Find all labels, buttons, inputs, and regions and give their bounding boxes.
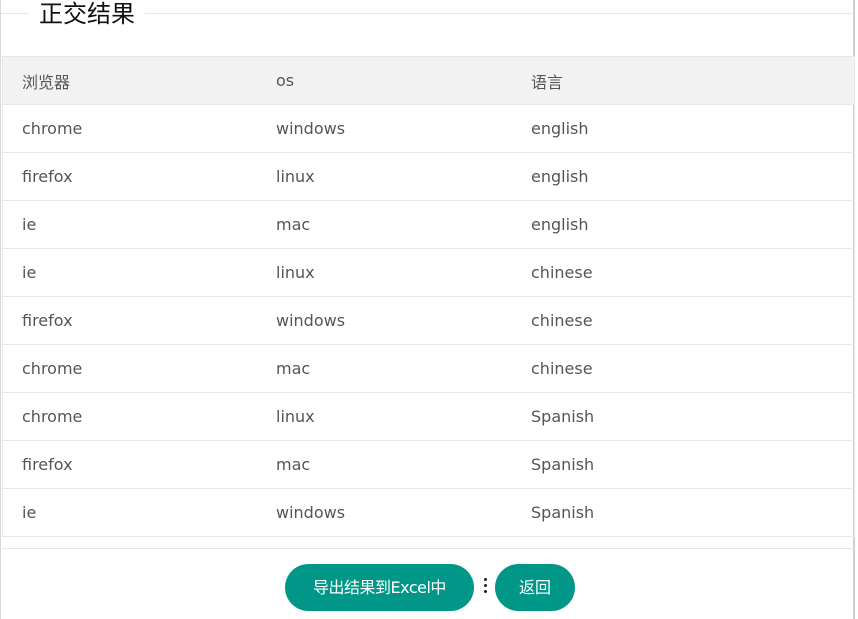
- cell-browser: firefox: [3, 152, 257, 201]
- table-row: firefox mac Spanish: [3, 440, 854, 489]
- table-row: chrome mac chinese: [3, 344, 854, 393]
- cell-browser: chrome: [3, 104, 257, 153]
- cell-browser: ie: [22, 503, 37, 522]
- action-bar: 导出结果到Excel中 返回: [1, 564, 853, 612]
- cell-language: english: [512, 152, 854, 201]
- table-row: ie windows Spanish: [3, 489, 854, 537]
- cell-os: mac: [257, 440, 512, 489]
- cell-os: windows: [257, 296, 512, 345]
- cell-language: english: [512, 104, 854, 153]
- table-row: chrome linux Spanish: [3, 392, 854, 441]
- footer-divider: [2, 548, 855, 549]
- back-button[interactable]: 返回: [495, 564, 575, 611]
- cell-browser: ie: [3, 200, 257, 249]
- cell-browser: chrome: [3, 392, 257, 441]
- cell-os: linux: [257, 248, 512, 297]
- cell-browser: chrome: [3, 344, 257, 393]
- table-row: ie linux chinese: [3, 248, 854, 297]
- table-row: firefox linux english: [3, 152, 854, 201]
- cell-language: chinese: [512, 296, 854, 345]
- table-row: ie mac english: [3, 200, 854, 249]
- cell-os: mac: [257, 200, 512, 249]
- cell-browser: firefox: [3, 296, 257, 345]
- result-table-container: 浏览器 os 语言 chrome windows english firefox…: [2, 56, 855, 537]
- cell-language: Spanish: [512, 392, 854, 441]
- cell-language: chinese: [512, 344, 854, 393]
- cell-language: english: [512, 200, 854, 249]
- page-title: 正交结果: [29, 0, 145, 34]
- table-header-row: 浏览器 os 语言: [3, 57, 854, 105]
- vertical-ellipsis-icon[interactable]: [480, 578, 490, 598]
- cell-os: windows: [276, 503, 346, 522]
- result-panel: 正交结果 浏览器 os 语言 chrome windows english fi…: [0, 0, 855, 619]
- orthogonal-result-table: 浏览器 os 语言 chrome windows english firefox…: [3, 57, 854, 536]
- table-row: firefox windows chinese: [3, 296, 854, 345]
- header-browser: 浏览器: [3, 57, 257, 105]
- cell-os: windows: [257, 104, 512, 153]
- cell-language: Spanish: [531, 503, 595, 522]
- table-row: chrome windows english: [3, 104, 854, 153]
- cell-language: Spanish: [512, 440, 854, 489]
- header-os: os: [257, 57, 512, 105]
- cell-os: linux: [257, 392, 512, 441]
- cell-browser: ie: [3, 248, 257, 297]
- export-excel-button[interactable]: 导出结果到Excel中: [285, 564, 474, 611]
- cell-browser: firefox: [3, 440, 257, 489]
- cell-os: linux: [257, 152, 512, 201]
- header-language: 语言: [512, 57, 854, 105]
- cell-os: mac: [257, 344, 512, 393]
- cell-language: chinese: [512, 248, 854, 297]
